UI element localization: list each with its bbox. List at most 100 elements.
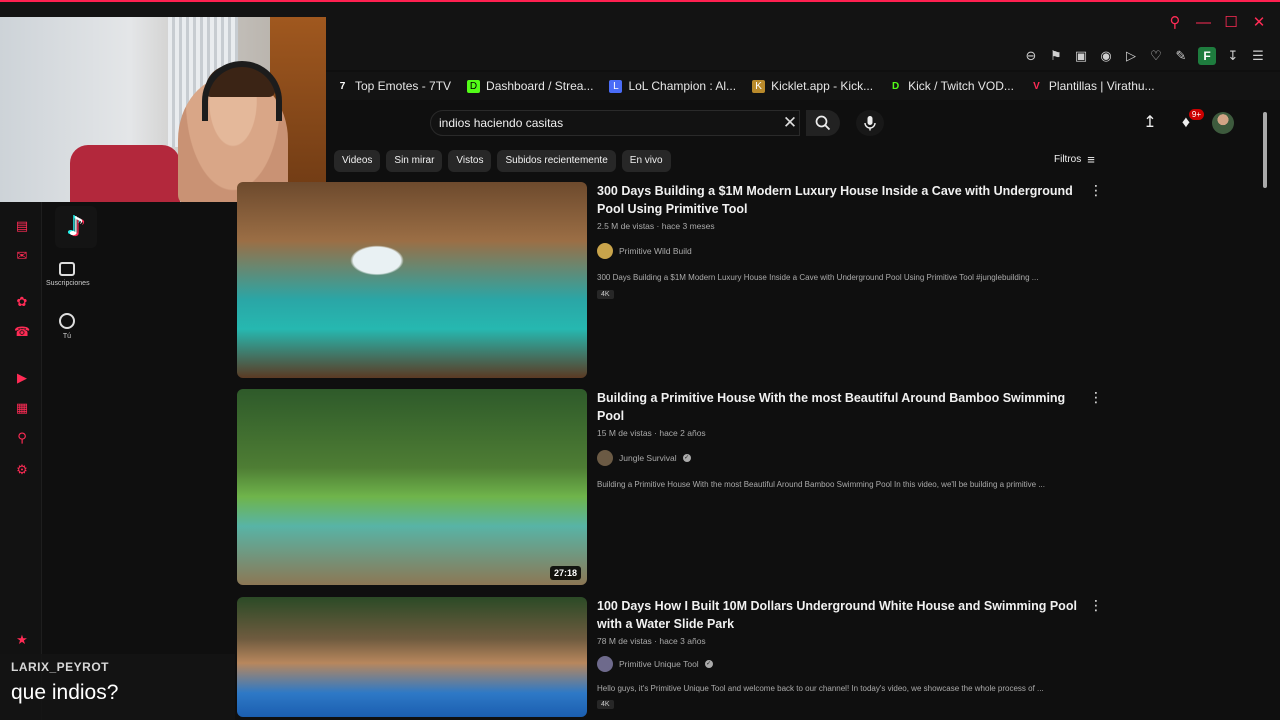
- verified-icon: ✓: [682, 454, 691, 462]
- notification-badge: 9+: [1188, 109, 1204, 120]
- video-thumbnail[interactable]: 27:18: [237, 389, 587, 585]
- webcam-overlay: [0, 17, 326, 202]
- chip-live[interactable]: En vivo: [621, 150, 671, 172]
- whatsapp-icon[interactable]: ☎: [14, 324, 30, 340]
- maximize-icon[interactable]: ☐: [1224, 15, 1238, 30]
- close-icon[interactable]: ✕: [1252, 15, 1266, 30]
- video-description: 300 Days Building a $1M Modern Luxury Ho…: [597, 273, 1039, 282]
- clear-search-icon[interactable]: ✕: [780, 113, 800, 133]
- play-icon[interactable]: ▶: [14, 370, 30, 386]
- send-icon[interactable]: ▷: [1123, 48, 1139, 64]
- chip-unwatched[interactable]: Sin mirar: [386, 150, 443, 172]
- openai-icon[interactable]: ✿: [14, 294, 30, 310]
- bookmark-7tv[interactable]: 7 Top Emotes - 7TV: [336, 79, 451, 93]
- channel-name[interactable]: Primitive Wild Build: [619, 246, 692, 256]
- upload-icon[interactable]: ↥: [1140, 113, 1160, 133]
- video-description: Hello guys, it's Primitive Unique Tool a…: [597, 684, 1044, 693]
- channel-row[interactable]: Jungle Survival ✓: [597, 450, 1077, 466]
- search-button[interactable]: [806, 110, 840, 136]
- screen: ⚲ — ☐ ✕ ⊖ ⚑ ▣ ◉ ▷ ♡ ✎ F ↧ ☰ 7 Top Emotes …: [0, 0, 1280, 720]
- subscriptions-icon: [59, 262, 75, 276]
- bookmark-label: Plantillas | Virathu...: [1048, 79, 1155, 93]
- kicklet-icon: K: [752, 79, 766, 93]
- avatar[interactable]: [1212, 112, 1234, 134]
- bookmark-label: Kick / Twitch VOD...: [908, 79, 1014, 93]
- bookmark-dashboard[interactable]: D Dashboard / Strea...: [467, 79, 593, 93]
- channel-name[interactable]: Primitive Unique Tool: [619, 659, 699, 669]
- zoom-out-icon[interactable]: ⊖: [1023, 48, 1039, 64]
- sidebar-item-you[interactable]: Tú: [46, 313, 88, 340]
- virathu-icon: V: [1033, 80, 1040, 92]
- pocket-icon[interactable]: ◉: [1098, 48, 1114, 64]
- channel-avatar[interactable]: [597, 656, 613, 672]
- video-info: 300 Days Building a $1M Modern Luxury Ho…: [597, 182, 1077, 301]
- heart-icon[interactable]: ♡: [1148, 48, 1164, 64]
- bookmark-plantillas[interactable]: V Plantillas | Virathu...: [1030, 79, 1155, 93]
- browser-toolbar: ⊖ ⚑ ▣ ◉ ▷ ♡ ✎ F ↧ ☰: [326, 42, 1280, 70]
- channel-avatar[interactable]: [597, 450, 613, 466]
- download-icon[interactable]: ↧: [1225, 48, 1241, 64]
- pin-icon[interactable]: ⚑: [1048, 48, 1064, 64]
- more-options-icon[interactable]: ⋮: [1089, 389, 1103, 406]
- video-meta: 78 M de vistas · hace 3 años: [597, 636, 706, 646]
- scrollbar-thumb[interactable]: [1263, 112, 1267, 188]
- apps-grid-icon[interactable]: ▦: [14, 400, 30, 416]
- minimize-icon[interactable]: —: [1196, 15, 1211, 30]
- more-options-icon[interactable]: ⋮: [1089, 597, 1103, 614]
- channel-row[interactable]: Primitive Unique Tool ✓: [597, 656, 1077, 672]
- video-title[interactable]: 100 Days How I Built 10M Dollars Undergr…: [597, 597, 1077, 633]
- verified-icon: ✓: [704, 660, 713, 668]
- profile-avatar[interactable]: F: [1198, 47, 1216, 65]
- bookmark-label: LoL Champion : Al...: [628, 79, 737, 93]
- sidebar-extra-icon[interactable]: ★: [14, 632, 30, 648]
- video-info: Building a Primitive House With the most…: [597, 389, 1077, 489]
- sidebar-item-label: Tú: [62, 333, 72, 340]
- mail-icon[interactable]: ✉: [14, 248, 30, 264]
- video-thumbnail[interactable]: [237, 182, 587, 378]
- settings-gear-icon[interactable]: ⚙: [14, 462, 30, 478]
- video-description: Building a Primitive House With the most…: [597, 480, 1045, 489]
- bookmark-label: Dashboard / Strea...: [486, 79, 594, 93]
- more-options-icon[interactable]: ⋮: [1089, 182, 1103, 199]
- microphone-icon: [864, 116, 876, 131]
- video-info: 100 Days How I Built 10M Dollars Undergr…: [597, 597, 1077, 711]
- channel-avatar[interactable]: [597, 243, 613, 259]
- sidebar-item-subscriptions[interactable]: Suscripciones: [46, 262, 90, 287]
- bookmark-kicklet[interactable]: K Kicklet.app - Kick...: [752, 79, 873, 93]
- search-icon: [815, 115, 831, 131]
- kick-icon: D: [891, 80, 900, 92]
- chip-videos[interactable]: Videos: [334, 150, 381, 172]
- menu-icon[interactable]: ☰: [1250, 48, 1266, 64]
- tiktok-note-icon: ♪: [67, 212, 85, 242]
- video-thumbnail[interactable]: [237, 597, 587, 717]
- bookmark-kick-twitch-vod[interactable]: D Kick / Twitch VOD...: [889, 79, 1014, 93]
- lol-icon: L: [609, 79, 623, 93]
- filters-button[interactable]: Filtros ≡: [1054, 152, 1095, 167]
- filter-chips: Videos Sin mirar Vistos Subidos reciente…: [334, 150, 671, 172]
- browser-side-rail: ▤ ✉ ✿ ☎ ▶ ▦ ⚲ ⚙ ★: [0, 202, 42, 720]
- kick-icon: D: [467, 79, 481, 93]
- notifications-bell-icon[interactable]: ♦ 9+: [1176, 109, 1204, 133]
- chip-recently-uploaded[interactable]: Subidos recientemente: [497, 150, 616, 172]
- channel-row[interactable]: Primitive Wild Build: [597, 243, 1077, 259]
- channel-name[interactable]: Jungle Survival: [619, 453, 677, 463]
- video-duration: 27:18: [549, 566, 581, 580]
- pin-icon[interactable]: ⚲: [14, 430, 30, 446]
- sidebar-pinned-icon[interactable]: ▤: [14, 218, 30, 234]
- video-title[interactable]: 300 Days Building a $1M Modern Luxury Ho…: [597, 182, 1077, 218]
- quality-badge: 4K: [597, 290, 614, 299]
- screenshot-icon[interactable]: ▣: [1073, 48, 1089, 64]
- search-input[interactable]: indios haciendo casitas: [430, 110, 800, 136]
- filters-label: Filtros: [1054, 154, 1082, 165]
- extension-icons: ⊖ ⚑ ▣ ◉ ▷ ♡ ✎ F ↧ ☰: [1023, 47, 1266, 65]
- webcam-bed: [70, 145, 180, 202]
- bookmark-lol[interactable]: L LoL Champion : Al...: [609, 79, 736, 93]
- search-icon[interactable]: ⚲: [1168, 15, 1182, 30]
- chip-watched[interactable]: Vistos: [448, 150, 492, 172]
- video-title[interactable]: Building a Primitive House With the most…: [597, 389, 1077, 425]
- voice-search-button[interactable]: [856, 110, 884, 136]
- account-icon: [59, 313, 75, 329]
- extensions-icon[interactable]: ✎: [1173, 48, 1189, 64]
- sidebar-item-label: Suscripciones: [46, 280, 90, 287]
- tiktok-logo[interactable]: ♪: [55, 206, 97, 248]
